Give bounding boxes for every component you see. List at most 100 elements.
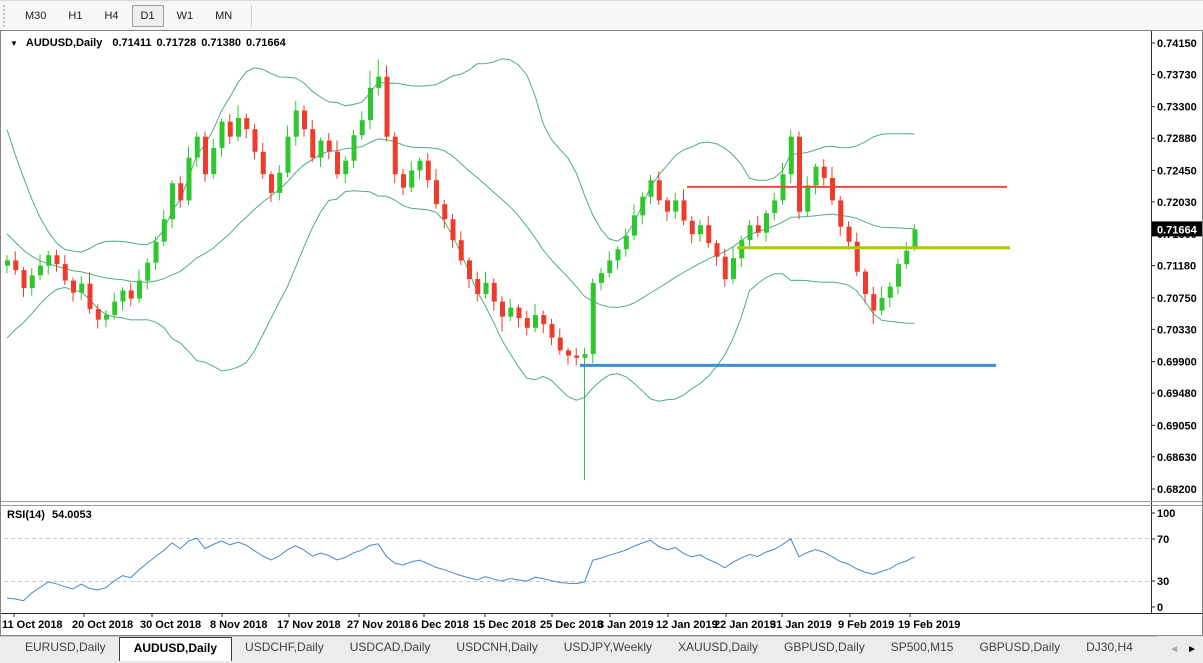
candle-body: [772, 200, 777, 213]
candle-body: [599, 273, 604, 283]
candle-body: [22, 270, 27, 288]
candle-body: [558, 338, 563, 351]
candle-body: [46, 255, 51, 266]
candle-body: [442, 204, 447, 219]
candle-body: [756, 225, 761, 233]
candle-body: [830, 178, 835, 201]
symbol-tab-audusd-daily[interactable]: AUDUSD,Daily: [119, 637, 232, 661]
candle-body: [591, 283, 596, 354]
symbol-tab-usdcad-daily[interactable]: USDCAD,Daily: [337, 637, 444, 658]
candle-body: [96, 309, 101, 320]
rsi-indicator-label: RSI(14) 54.0053: [7, 509, 96, 521]
candle-body: [277, 173, 282, 193]
candle-body: [657, 180, 662, 200]
date-tick-label: 25 Dec 2018: [540, 619, 603, 631]
scroll-tabs-left-icon[interactable]: ◄: [1169, 644, 1179, 655]
candle-body: [30, 275, 35, 288]
candle-body: [640, 197, 645, 216]
candle-body: [335, 152, 340, 175]
rsi-tick-label: 70: [1157, 534, 1169, 546]
candle-body: [178, 183, 183, 200]
candle-body: [797, 137, 802, 212]
candle-body: [145, 263, 150, 281]
candle-body: [649, 180, 654, 197]
candle-body: [401, 174, 406, 188]
candle-body: [319, 141, 324, 158]
chart-title: ▼ AUDUSD,Daily 0.71411 0.71728 0.71380 0…: [10, 37, 291, 49]
candle-body: [814, 167, 819, 186]
candle-body: [533, 315, 538, 328]
candle-body: [220, 122, 225, 148]
price-chart-canvas[interactable]: 0.741500.737300.733000.728800.724500.720…: [0, 0, 1203, 663]
ohlc-high: 0.71728: [156, 37, 196, 49]
price-tick-label: 0.69480: [1157, 388, 1197, 400]
tab-scroll-arrows: ◄ ►: [1157, 636, 1203, 662]
candle-body: [913, 229, 918, 248]
candle-body: [195, 137, 200, 158]
candle-body: [698, 225, 703, 234]
date-tick-label: 8 Nov 2018: [210, 619, 267, 631]
candle-body: [467, 260, 472, 279]
date-tick-label: 9 Feb 2019: [838, 619, 894, 631]
ohlc-open: 0.71411: [112, 37, 151, 49]
candle-body: [665, 200, 670, 211]
candle-body: [376, 77, 381, 88]
candle-body: [574, 356, 579, 358]
candle-body: [748, 225, 753, 240]
candle-body: [88, 284, 93, 310]
symbol-tabbar: EURUSD,DailyAUDUSD,DailyUSDCHF,DailyUSDC…: [0, 636, 1203, 663]
candle-body: [5, 260, 10, 265]
symbol-tab-dj30-h4[interactable]: DJ30,H4: [1073, 637, 1146, 658]
price-tick-label: 0.68630: [1157, 452, 1197, 464]
candle-body: [129, 290, 134, 298]
candle-body: [187, 158, 192, 201]
candle-body: [55, 255, 60, 264]
price-tick-label: 0.73300: [1157, 102, 1197, 114]
date-tick-label: 30 Oct 2018: [140, 619, 201, 631]
candle-body: [203, 137, 208, 175]
date-tick-label: 3 Jan 2019: [598, 619, 654, 631]
candle-body: [706, 225, 711, 243]
candle-body: [434, 180, 439, 204]
candle-body: [112, 302, 117, 316]
symbol-tab-usdjpy-weekly[interactable]: USDJPY,Weekly: [551, 637, 665, 658]
candle-body: [525, 318, 530, 328]
candle-body: [566, 350, 571, 355]
symbol-tab-gbpusd-daily[interactable]: GBPUSD,Daily: [771, 637, 878, 658]
rsi-value: 54.0053: [52, 509, 92, 521]
symbol-tab-xauusd-daily[interactable]: XAUUSD,Daily: [665, 637, 771, 658]
symbol-tab-eurusd-daily[interactable]: EURUSD,Daily: [12, 637, 119, 658]
candle-body: [682, 200, 687, 220]
candle-body: [13, 260, 18, 270]
candle-body: [847, 227, 852, 242]
candle-body: [228, 122, 233, 137]
candle-body: [360, 120, 365, 135]
rsi-tick-label: 0: [1157, 602, 1163, 614]
candle-body: [38, 266, 43, 276]
bollinger-lower-band: [7, 191, 915, 402]
candle-body: [393, 137, 398, 175]
candle-body: [517, 308, 522, 319]
symbol-tab-gbpusd-daily[interactable]: GBPUSD,Daily: [966, 637, 1073, 658]
candle-body: [805, 185, 810, 211]
symbol-tab-usdchf-daily[interactable]: USDCHF,Daily: [232, 637, 337, 658]
symbol-tab-usdcnh-daily[interactable]: USDCNH,Daily: [443, 637, 550, 658]
price-tick-label: 0.72880: [1157, 133, 1197, 145]
scroll-tabs-right-icon[interactable]: ►: [1187, 644, 1197, 655]
candle-body: [838, 200, 843, 226]
price-tick-label: 0.70750: [1157, 293, 1197, 305]
candle-body: [261, 152, 266, 175]
candle-body: [822, 167, 827, 178]
rsi-line: [7, 538, 915, 601]
chart-dropdown-icon[interactable]: ▼: [10, 39, 18, 48]
date-tick-label: 6 Dec 2018: [412, 619, 469, 631]
candle-body: [632, 215, 637, 235]
symbol-tab-sp500-m15[interactable]: SP500,M15: [878, 637, 967, 658]
candle-body: [888, 287, 893, 298]
candle-body: [244, 118, 249, 129]
candle-body: [764, 213, 769, 233]
price-tick-label: 0.72450: [1157, 165, 1197, 177]
candle-body: [385, 77, 390, 137]
candle-body: [896, 264, 901, 287]
price-tick-label: 0.69900: [1157, 357, 1197, 369]
